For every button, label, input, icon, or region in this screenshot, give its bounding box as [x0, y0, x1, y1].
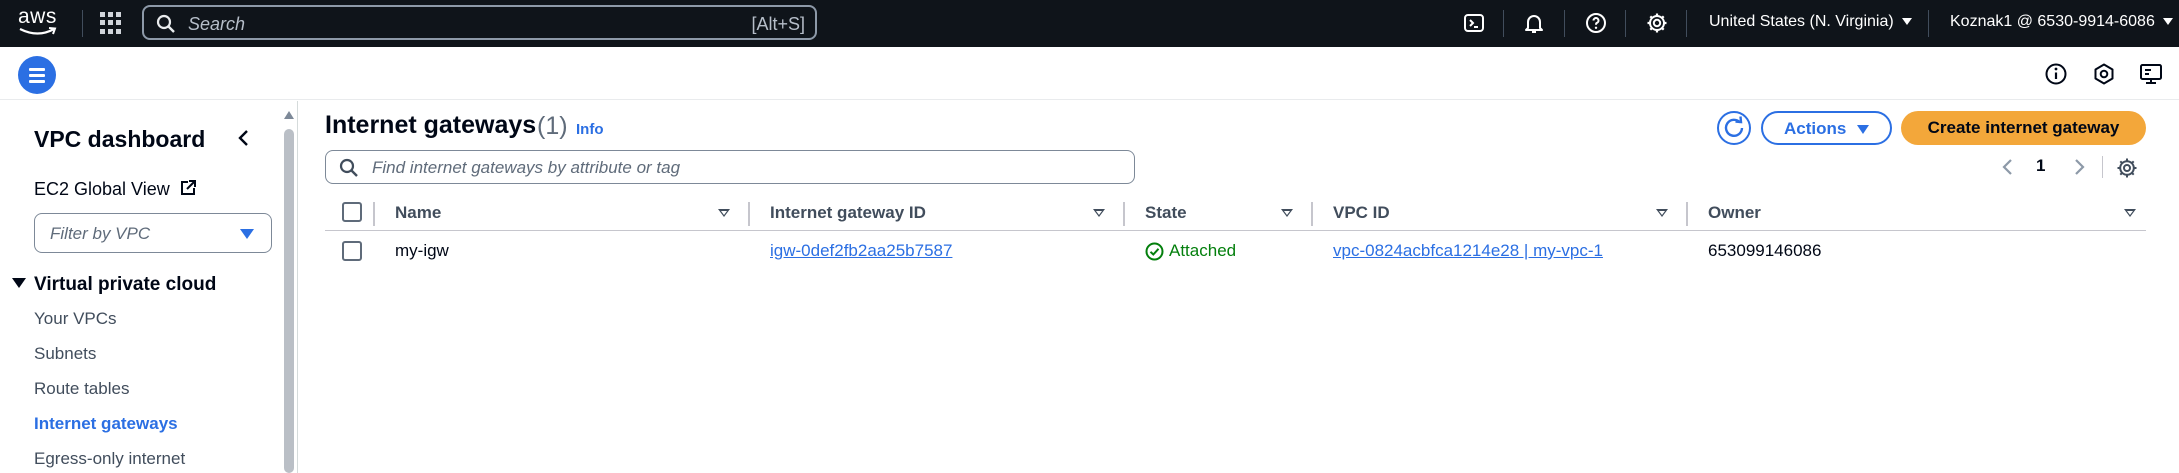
- item-count: (1): [537, 112, 568, 140]
- section-virtual-private-cloud[interactable]: Virtual private cloud: [12, 274, 216, 296]
- ec2-global-view-label: EC2 Global View: [34, 179, 170, 199]
- account-caret-icon: [2162, 18, 2173, 26]
- column-divider[interactable]: [1123, 202, 1125, 226]
- cell-name: my-igw: [395, 241, 449, 260]
- section-label: Virtual private cloud: [34, 274, 217, 295]
- secondary-toolbar: [0, 47, 2179, 100]
- search-shortcut: [Alt+S]: [751, 14, 805, 34]
- cell-owner: 653099146086: [1708, 241, 1822, 260]
- region-caret-icon: [1901, 18, 1912, 26]
- region-label: United States (N. Virginia): [1709, 13, 1894, 30]
- sort-icon[interactable]: [1281, 209, 1293, 217]
- sidebar-item-egress-only-internet[interactable]: Egress-only internet: [34, 449, 185, 469]
- refresh-icon: [1724, 116, 1744, 137]
- pager-divider: [2102, 156, 2103, 178]
- nav-divider: [1928, 10, 1929, 37]
- sidebar-item-subnets[interactable]: Subnets: [34, 344, 96, 364]
- info-link[interactable]: Info: [576, 121, 604, 138]
- expand-caret-icon: [12, 277, 26, 288]
- success-check-icon: [1145, 242, 1164, 261]
- sort-icon[interactable]: [718, 209, 730, 217]
- table-preferences-icon[interactable]: [2116, 157, 2138, 179]
- external-link-icon: [180, 180, 196, 195]
- column-divider[interactable]: [748, 202, 750, 226]
- column-divider[interactable]: [1686, 202, 1688, 226]
- nav-divider: [1503, 10, 1504, 37]
- next-page-icon[interactable]: [2069, 157, 2089, 177]
- scrollbar-thumb[interactable]: [284, 129, 294, 473]
- help-icon[interactable]: [1584, 11, 1608, 35]
- search-icon: [156, 14, 175, 33]
- bell-icon[interactable]: [1522, 11, 1546, 35]
- nav-divider: [1686, 10, 1687, 37]
- column-header-owner[interactable]: Owner: [1708, 203, 1761, 223]
- sort-icon[interactable]: [2124, 209, 2136, 217]
- services-grid-icon[interactable]: [100, 12, 122, 34]
- actions-button[interactable]: Actions: [1761, 111, 1892, 145]
- cell-state: Attached: [1169, 241, 1237, 260]
- filter-by-vpc-placeholder: Filter by VPC: [50, 224, 151, 243]
- column-header-vpc-id[interactable]: VPC ID: [1333, 203, 1390, 223]
- top-navigation: aws Search [Alt+S] United States (N. Vir…: [0, 0, 2179, 47]
- sidebar-title[interactable]: VPC dashboard: [34, 126, 205, 153]
- create-internet-gateway-button[interactable]: Create internet gateway: [1901, 111, 2146, 145]
- page-title: Internet gateways: [325, 111, 537, 139]
- page-number[interactable]: 1: [2036, 156, 2045, 176]
- actions-label: Actions: [1784, 119, 1847, 138]
- sidebar-scrollbar[interactable]: [281, 103, 297, 473]
- column-divider[interactable]: [1311, 202, 1313, 226]
- ec2-global-view-link[interactable]: EC2 Global View: [34, 179, 197, 200]
- side-menu-toggle-button[interactable]: [18, 56, 56, 94]
- search-placeholder: Search: [188, 14, 246, 34]
- side-navigation: VPC dashboard EC2 Global View Filter by …: [0, 101, 298, 473]
- nav-divider: [1625, 10, 1626, 37]
- cell-vpc-id-link[interactable]: vpc-0824acbfca1214e28 | my-vpc-1: [1333, 241, 1603, 261]
- scroll-up-icon[interactable]: [284, 111, 294, 119]
- aws-logo-text: aws: [18, 5, 57, 28]
- account-label: Koznak1 @ 6530-9914-6086: [1950, 13, 2155, 30]
- region-selector[interactable]: United States (N. Virginia): [1709, 13, 1912, 31]
- table-header: Name Internet gateway ID State VPC ID Ow…: [325, 197, 2146, 231]
- nav-divider: [82, 10, 83, 37]
- previous-page-icon[interactable]: [1998, 157, 2018, 177]
- cell-gateway-id-link[interactable]: igw-0def2fb2aa25b7587: [770, 241, 952, 261]
- sidebar-item-your-vpcs[interactable]: Your VPCs: [34, 309, 117, 329]
- select-all-checkbox[interactable]: [342, 202, 362, 222]
- dropdown-caret-icon: [240, 229, 254, 239]
- filter-input[interactable]: Find internet gateways by attribute or t…: [325, 150, 1135, 184]
- cloudshell-icon[interactable]: [1462, 11, 1486, 35]
- console-display-icon[interactable]: [2138, 61, 2164, 87]
- sidebar-item-internet-gateways[interactable]: Internet gateways: [34, 414, 178, 434]
- sort-icon[interactable]: [1656, 209, 1668, 217]
- aws-logo[interactable]: aws: [18, 6, 62, 38]
- nav-divider: [1564, 10, 1565, 37]
- search-input[interactable]: Search [Alt+S]: [142, 5, 817, 40]
- refresh-button[interactable]: [1717, 111, 1751, 145]
- account-menu[interactable]: Koznak1 @ 6530-9914-6086: [1950, 13, 2173, 31]
- column-header-gateway-id[interactable]: Internet gateway ID: [770, 203, 926, 223]
- table-row[interactable]: my-igw igw-0def2fb2aa25b7587 Attached vp…: [325, 232, 2146, 270]
- collapse-sidebar-icon[interactable]: [234, 127, 254, 149]
- search-icon: [339, 158, 358, 177]
- actions-caret-icon: [1857, 125, 1869, 134]
- settings-icon[interactable]: [1645, 11, 1669, 35]
- filter-placeholder: Find internet gateways by attribute or t…: [372, 158, 681, 177]
- sidebar-item-route-tables[interactable]: Route tables: [34, 379, 129, 399]
- filter-by-vpc-select[interactable]: Filter by VPC: [34, 213, 272, 253]
- column-header-state[interactable]: State: [1145, 203, 1187, 223]
- info-icon[interactable]: [2043, 61, 2069, 87]
- notifications-settings-icon[interactable]: [2091, 61, 2117, 87]
- column-divider: [373, 202, 375, 226]
- column-header-name[interactable]: Name: [395, 203, 441, 223]
- row-checkbox[interactable]: [342, 241, 362, 261]
- sort-icon[interactable]: [1093, 209, 1105, 217]
- create-label: Create internet gateway: [1927, 118, 2120, 137]
